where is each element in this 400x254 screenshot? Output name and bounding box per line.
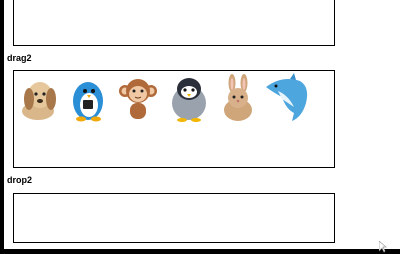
drop2-label: drop2 bbox=[7, 175, 33, 185]
draggable-penguin[interactable] bbox=[167, 73, 211, 123]
draggable-dog[interactable] bbox=[16, 73, 60, 123]
draggable-blue-penguin[interactable] bbox=[66, 73, 110, 123]
dog-icon bbox=[22, 82, 56, 120]
monkey-icon bbox=[119, 79, 157, 119]
draggable-dolphin[interactable] bbox=[264, 73, 312, 123]
drag2-label: drag2 bbox=[7, 53, 32, 63]
mouse-cursor-icon bbox=[379, 241, 387, 253]
drop2-zone[interactable] bbox=[13, 193, 335, 243]
window-left-edge bbox=[0, 0, 4, 254]
dolphin-icon bbox=[266, 73, 308, 121]
rabbit-icon bbox=[224, 74, 252, 121]
blue-penguin-icon bbox=[73, 82, 103, 122]
penguin-icon bbox=[172, 78, 206, 122]
window-bottom-edge bbox=[0, 249, 400, 254]
drag2-container[interactable] bbox=[13, 70, 335, 168]
drop1-zone[interactable] bbox=[13, 0, 335, 46]
draggable-rabbit[interactable] bbox=[216, 73, 260, 123]
draggable-monkey[interactable] bbox=[116, 73, 160, 123]
